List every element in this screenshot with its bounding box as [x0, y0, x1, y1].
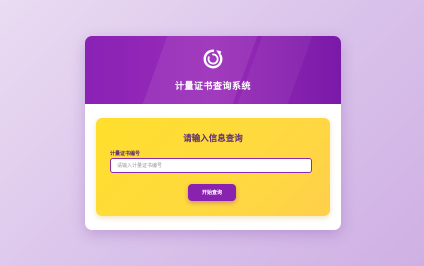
card-header: 计量证书查询系统 [85, 36, 341, 104]
certificate-number-input[interactable] [110, 158, 312, 173]
form-heading: 请输入信息查询 [183, 134, 243, 144]
certificate-number-label: 计量证书编号 [110, 151, 141, 157]
query-form-panel: 请输入信息查询 计量证书编号 开始查询 [96, 118, 330, 216]
page-title: 计量证书查询系统 [174, 82, 251, 92]
query-card: 计量证书查询系统 请输入信息查询 计量证书编号 开始查询 [85, 36, 341, 230]
start-query-button[interactable]: 开始查询 [188, 184, 236, 201]
refresh-circle-icon [203, 49, 223, 69]
